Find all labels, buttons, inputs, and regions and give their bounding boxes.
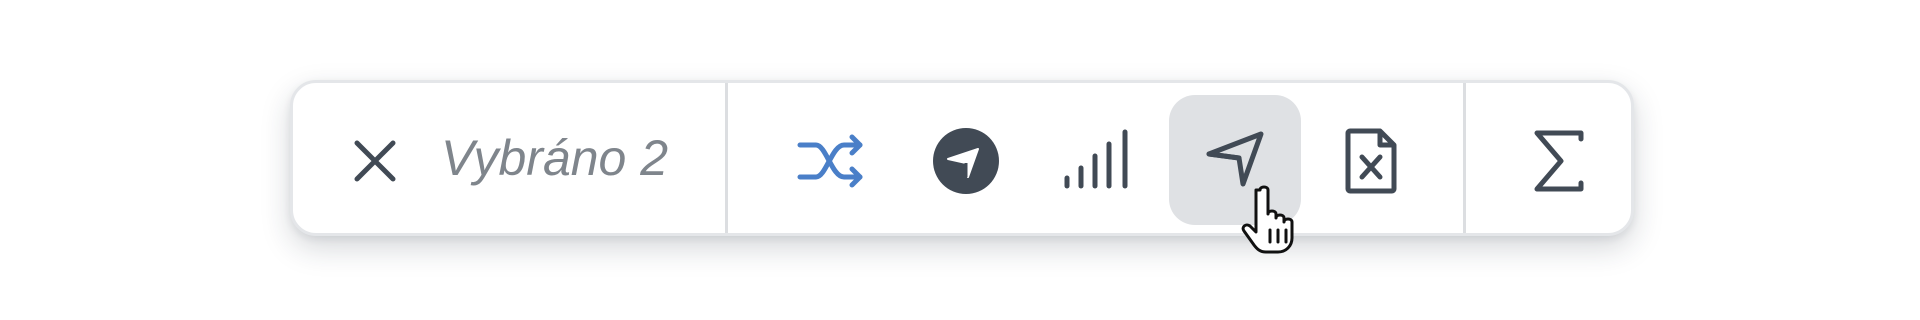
sigma-icon xyxy=(1534,130,1584,192)
stage: Vybráno 2 xyxy=(0,0,1920,320)
close-icon xyxy=(354,140,396,182)
shuffle-button[interactable] xyxy=(783,113,879,209)
signal-bars-icon xyxy=(1064,129,1128,189)
navigation-circle-icon xyxy=(933,128,999,194)
close-selection-button[interactable] xyxy=(335,121,415,201)
send-arrow-icon xyxy=(1206,131,1264,187)
navigate-button[interactable] xyxy=(918,113,1014,209)
file-x-icon xyxy=(1345,128,1397,194)
selection-toolbar: Vybráno 2 xyxy=(290,80,1634,236)
sum-button[interactable] xyxy=(1511,113,1607,209)
shuffle-icon xyxy=(797,134,863,188)
signal-button[interactable] xyxy=(1051,113,1147,209)
divider-right xyxy=(1463,83,1466,233)
selected-count-label: Vybráno 2 xyxy=(441,130,669,186)
divider-left xyxy=(725,83,728,233)
send-button[interactable] xyxy=(1169,95,1301,225)
delete-file-button[interactable] xyxy=(1323,113,1419,209)
